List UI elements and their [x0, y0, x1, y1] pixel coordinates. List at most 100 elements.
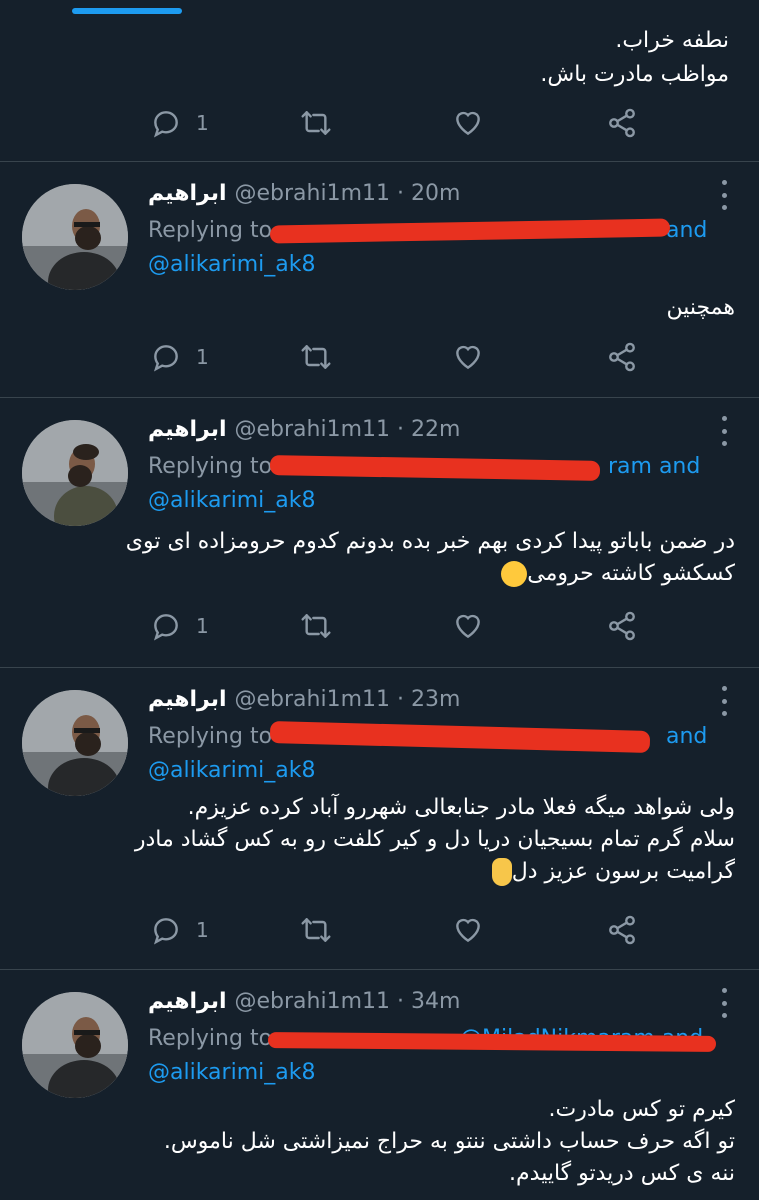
- mention-link[interactable]: @alikarimi_ak8: [148, 248, 315, 282]
- tweet-text: همچنین: [666, 292, 735, 324]
- heart-icon: [456, 918, 480, 943]
- share-icon: [609, 611, 635, 641]
- tweet-header: ابراهیم @ebrahi1m11 · 20m: [148, 180, 460, 208]
- reply-button[interactable]: 1: [150, 910, 209, 950]
- tweet-text: کیرم تو کس مادرت. تو اگه حرف حساب داشتی …: [164, 1094, 735, 1190]
- avatar[interactable]: [22, 420, 128, 526]
- tweet-line: گرامیت برسون عزیز دل: [511, 859, 735, 884]
- tweet-line: کیرم تو کس مادرت.: [548, 1097, 735, 1122]
- like-button[interactable]: [452, 103, 484, 143]
- more-icon[interactable]: [721, 180, 727, 210]
- kiss-emoji-icon: [501, 561, 528, 587]
- retweet-button[interactable]: [300, 910, 332, 950]
- retweet-icon: [301, 614, 331, 638]
- replying-label: Replying to: [148, 218, 273, 243]
- more-icon[interactable]: [721, 686, 727, 716]
- replying-to: Replying to and: [148, 720, 707, 754]
- tweet-line: همچنین: [666, 295, 735, 320]
- reply-count: 1: [196, 918, 209, 942]
- like-button[interactable]: [452, 337, 484, 377]
- display-name[interactable]: ابراهیم: [148, 989, 227, 1014]
- replying-to: Replying to and: [148, 214, 707, 248]
- share-icon: [609, 108, 635, 138]
- reply-button[interactable]: 1: [150, 337, 209, 377]
- avatar[interactable]: [22, 992, 128, 1098]
- tweet-header: ابراهیم @ebrahi1m11 · 23m: [148, 686, 460, 714]
- share-icon: [609, 915, 635, 945]
- tweet-actions: 1: [150, 103, 650, 143]
- mention-link[interactable]: @alikarimi_ak8: [148, 1056, 315, 1090]
- avatar-photo: [22, 420, 128, 526]
- retweet-icon: [301, 918, 331, 942]
- avatar-photo: [22, 992, 128, 1098]
- mention-link[interactable]: @alikarimi_ak8: [148, 754, 315, 788]
- redaction-mark: [269, 218, 671, 244]
- retweet-icon: [301, 345, 331, 369]
- display-name[interactable]: ابراهیم: [148, 181, 227, 206]
- reply-icon: [153, 918, 178, 945]
- like-button[interactable]: [452, 910, 484, 950]
- heart-icon: [456, 345, 480, 370]
- redaction-mark: [269, 721, 651, 753]
- replying-label: Replying to: [148, 454, 273, 479]
- heart-icon: [456, 111, 480, 136]
- reply-count: 1: [196, 111, 209, 135]
- redaction-mark: [267, 1032, 717, 1052]
- tweet-line: سلام گرم تمام بسیجیان دریا دل و کیر کلفت…: [134, 827, 735, 852]
- display-name[interactable]: ابراهیم: [148, 417, 227, 442]
- share-button[interactable]: [606, 910, 638, 950]
- reply-icon: [153, 111, 178, 138]
- replying-label: Replying to: [148, 724, 273, 749]
- replying-suffix[interactable]: and: [666, 720, 707, 754]
- replying-to: Replying to ram and: [148, 450, 700, 484]
- reply-button[interactable]: 1: [150, 606, 209, 646]
- tweet-actions: 1: [150, 606, 650, 646]
- tweet-header: ابراهیم @ebrahi1m11 · 22m: [148, 416, 460, 444]
- handle-time[interactable]: @ebrahi1m11 · 34m: [235, 989, 461, 1014]
- more-icon[interactable]: [721, 416, 727, 446]
- replying-to: Replying to @MiladNikmaram and: [148, 1022, 703, 1056]
- replying-suffix[interactable]: ram and: [608, 450, 700, 484]
- tweet-line: نطفه خراب.: [615, 28, 729, 53]
- more-icon[interactable]: [721, 988, 727, 1018]
- avatar-photo: [22, 690, 128, 796]
- share-button[interactable]: [606, 337, 638, 377]
- like-button[interactable]: [452, 606, 484, 646]
- handle-time[interactable]: @ebrahi1m11 · 22m: [235, 417, 461, 442]
- reply-button[interactable]: 1: [150, 103, 209, 143]
- tweet-line: مواظب مادرت باش.: [540, 62, 729, 87]
- raised-hand-emoji-icon: [491, 858, 512, 886]
- display-name[interactable]: ابراهیم: [148, 687, 227, 712]
- heart-icon: [456, 614, 480, 639]
- reply-count: 1: [196, 614, 209, 638]
- handle-time[interactable]: @ebrahi1m11 · 23m: [235, 687, 461, 712]
- redaction-mark: [269, 455, 601, 481]
- mention-link[interactable]: @alikarimi_ak8: [148, 484, 315, 518]
- tweet-line: ولی شواهد میگه فعلا مادر جنابعالی شهررو …: [187, 795, 735, 820]
- retweet-button[interactable]: [300, 337, 332, 377]
- retweet-icon: [301, 111, 331, 135]
- tweet-text: در ضمن باباتو پیدا کردی بهم خبر بده بدون…: [126, 526, 735, 590]
- tab-indicator: [72, 8, 182, 14]
- tweet-header: ابراهیم @ebrahi1m11 · 34m: [148, 988, 460, 1016]
- replying-label: Replying to: [148, 1026, 273, 1051]
- tweet-line: ننه ی کس دریدتو گاییدم.: [509, 1161, 735, 1186]
- share-button[interactable]: [606, 606, 638, 646]
- tweet-text: نطفه خراب. مواظب مادرت باش.: [540, 24, 729, 92]
- retweet-button[interactable]: [300, 606, 332, 646]
- avatar-photo: [22, 184, 128, 290]
- tweet-text: ولی شواهد میگه فعلا مادر جنابعالی شهررو …: [135, 792, 735, 888]
- tweet[interactable]: ابراهیم @ebrahi1m11 · 34m Replying to @Mi…: [0, 970, 759, 1200]
- tweet[interactable]: ابراهیم @ebrahi1m11 · 23m Replying to and…: [0, 668, 759, 968]
- handle-time[interactable]: @ebrahi1m11 · 20m: [235, 181, 461, 206]
- tweet-line: تو اگه حرف حساب داشتی ننتو به حراج نمیزا…: [163, 1129, 735, 1154]
- tweet[interactable]: ابراهیم @ebrahi1m11 · 20m Replying to and…: [0, 162, 759, 395]
- replying-suffix[interactable]: and: [666, 214, 707, 248]
- reply-icon: [153, 614, 178, 641]
- retweet-button[interactable]: [300, 103, 332, 143]
- avatar[interactable]: [22, 184, 128, 290]
- share-button[interactable]: [606, 103, 638, 143]
- share-icon: [609, 342, 635, 372]
- tweet[interactable]: ابراهیم @ebrahi1m11 · 22m Replying to ram…: [0, 398, 759, 666]
- avatar[interactable]: [22, 690, 128, 796]
